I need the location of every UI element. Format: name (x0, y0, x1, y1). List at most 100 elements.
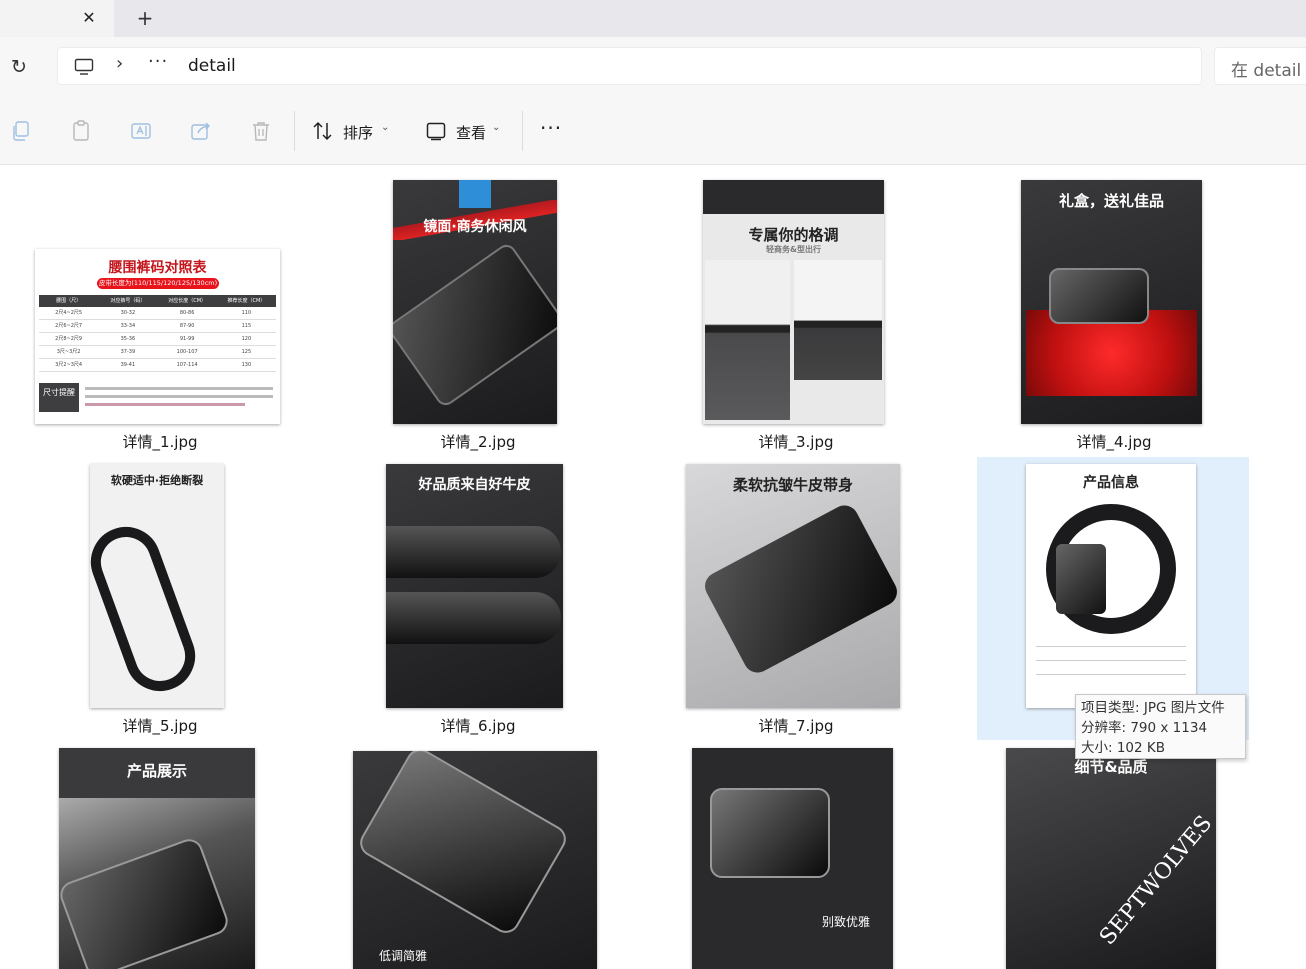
file-name[interactable]: 详情_5.jpg (20, 715, 300, 736)
chevron-down-icon: ⌄ (381, 122, 390, 133)
brand-wordmark: SEPTWOLVES (1095, 811, 1216, 950)
file-item[interactable]: 礼盒，送礼佳品 详情_4.jpg (974, 175, 1254, 457)
file-name[interactable]: 详情_1.jpg (20, 431, 300, 452)
file-item[interactable]: 好品质来自好牛皮 详情_6.jpg (338, 459, 618, 741)
table-cell: 107-114 (176, 362, 198, 368)
toolbar-divider (522, 111, 523, 151)
table-row: 3尺~3尺2 37-39 100-107 125 (39, 346, 276, 359)
copy-icon[interactable] (9, 119, 33, 143)
toolbar-divider (294, 111, 295, 151)
table-header-cell: 对应裤号（码） (110, 298, 146, 304)
table-cell: 30-32 (120, 310, 136, 316)
breadcrumb-chevron-icon[interactable]: › (116, 53, 123, 74)
file-grid: 腰围裤码对照表 皮带长度为(110/115/120/125/130cm) 腰围（… (0, 165, 1306, 969)
table-cell: 2尺8~2尺9 (55, 336, 83, 342)
table-cell: 120 (241, 336, 252, 342)
table-cell: 3尺~3尺2 (56, 349, 81, 355)
thumbnail-title: 柔软抗皱牛皮带身 (732, 476, 853, 494)
command-bar: 排序 ⌄ 查看 ⌄ ··· (0, 97, 1306, 165)
table-cell: 2尺4~2尺5 (55, 310, 83, 316)
refresh-button[interactable]: ↻ (6, 54, 32, 80)
table-header-cell: 对应长度（CM） (168, 298, 207, 304)
table-cell: 3尺2~3尺4 (55, 362, 83, 368)
thumbnail-title: 细节&品质 (1074, 758, 1148, 776)
search-input[interactable]: 在 detail 中搜索 (1214, 47, 1306, 85)
thumbnail-subtitle: 轻商务&型出行 (766, 245, 821, 254)
sort-icon (313, 121, 332, 141)
delete-icon[interactable] (249, 119, 273, 143)
tab-detail[interactable]: ✕ (0, 0, 114, 37)
file-item[interactable]: 产品展示 (20, 743, 300, 969)
table-row: 2尺6~2尺7 33-34 87-90 115 (39, 320, 276, 333)
address-bar[interactable]: › ··· detail (57, 47, 1202, 85)
new-tab-button[interactable]: + (132, 6, 158, 30)
size-table: 腰围（尺） 对应裤号（码） 对应长度（CM） 推荐长度（CM） 2尺4~2尺5 … (39, 295, 276, 375)
table-cell: 110 (241, 310, 252, 316)
size-table-header: 腰围（尺） 对应裤号（码） 对应长度（CM） 推荐长度（CM） (39, 295, 276, 307)
view-button[interactable]: 查看 ⌄ (425, 117, 515, 145)
thumbnail-title: 好品质来自好牛皮 (418, 477, 531, 493)
table-cell: 87-90 (179, 323, 195, 329)
share-icon[interactable] (189, 119, 213, 143)
file-name[interactable]: 详情_7.jpg (656, 715, 936, 736)
tooltip-size: 大小: 102 KB (1081, 740, 1166, 756)
file-item[interactable]: 镜面·商务休闲风 详情_2.jpg (338, 175, 618, 457)
thumbnail-image: 低调简雅 (353, 751, 597, 969)
file-item[interactable]: 软硬适中·拒绝断裂 详情_5.jpg (20, 459, 300, 741)
rename-icon[interactable] (129, 119, 153, 143)
file-item[interactable]: 专属你的格调 轻商务&型出行 详情_3.jpg (656, 175, 936, 457)
breadcrumb-more-button[interactable]: ··· (148, 51, 168, 72)
thumbnail-image: 细节&品质 SEPTWOLVES (1006, 748, 1216, 969)
thumbnail-title: 镜面·商务休闲风 (423, 219, 527, 235)
table-cell: 100-107 (176, 349, 198, 355)
table-cell: 91-99 (179, 336, 195, 342)
breadcrumb-current-folder[interactable]: detail (188, 56, 236, 76)
file-name[interactable]: 详情_4.jpg (974, 431, 1254, 452)
thumbnail-image: 腰围裤码对照表 皮带长度为(110/115/120/125/130cm) 腰围（… (35, 249, 280, 424)
file-name[interactable]: 详情_6.jpg (338, 715, 618, 736)
file-name[interactable]: 详情_3.jpg (656, 431, 936, 452)
thumbnail-title: 腰围裤码对照表 (108, 260, 207, 276)
thumbnail-title: 产品信息 (1083, 475, 1139, 491)
table-header-cell: 腰围（尺） (56, 298, 82, 304)
table-header-cell: 推荐长度（CM） (227, 298, 266, 304)
thumbnail-title: 产品展示 (126, 762, 187, 780)
thumbnail-image: 好品质来自好牛皮 (386, 464, 563, 708)
chevron-down-icon: ⌄ (492, 122, 501, 133)
file-item[interactable]: 低调简雅 (338, 743, 618, 969)
file-item[interactable]: 腰围裤码对照表 皮带长度为(110/115/120/125/130cm) 腰围（… (20, 175, 300, 457)
tooltip-resolution: 分辨率: 790 x 1134 (1081, 720, 1208, 736)
file-tooltip: 项目类型: JPG 图片文件 分辨率: 790 x 1134 大小: 102 K… (1075, 694, 1246, 759)
computer-icon[interactable] (74, 58, 94, 76)
thumbnail-image: 镜面·商务休闲风 (393, 180, 557, 424)
file-item[interactable]: 别致优雅 (656, 743, 936, 969)
close-tab-button[interactable]: ✕ (76, 6, 102, 30)
thumbnail-title: 别致优雅 (822, 915, 871, 929)
thumbnail-title: 软硬适中·拒绝断裂 (110, 474, 204, 487)
more-options-button[interactable]: ··· (540, 116, 562, 140)
file-item[interactable]: 细节&品质 SEPTWOLVES (974, 743, 1254, 969)
table-cell: 35-36 (120, 336, 136, 342)
thumbnail-image: 产品信息 (1026, 464, 1196, 708)
table-cell: 130 (241, 362, 252, 368)
table-cell: 115 (241, 323, 252, 329)
thumbnail-subtitle: 皮带长度为(110/115/120/125/130cm) (97, 278, 219, 289)
thumbnail-image: 专属你的格调 轻商务&型出行 (703, 180, 884, 424)
table-cell: 33-34 (120, 323, 136, 329)
thumbnail-title: 低调简雅 (378, 949, 427, 963)
search-placeholder: 在 detail 中搜索 (1231, 61, 1306, 81)
navigation-bar: ↻ › ··· detail 在 detail 中搜索 (0, 37, 1306, 97)
view-label: 查看 (456, 124, 487, 142)
sort-label: 排序 (343, 124, 374, 142)
thumbnail-image: 软硬适中·拒绝断裂 (90, 464, 224, 708)
thumbnail-image: 别致优雅 (692, 748, 893, 969)
table-cell: 125 (241, 349, 252, 355)
tab-strip: ✕ + (0, 0, 1306, 37)
sort-button[interactable]: 排序 ⌄ (312, 117, 402, 145)
table-row: 2尺8~2尺9 35-36 91-99 120 (39, 333, 276, 346)
thumbnail-title: 礼盒，送礼佳品 (1058, 192, 1164, 210)
file-item[interactable]: 柔软抗皱牛皮带身 详情_7.jpg (656, 459, 936, 741)
paste-icon[interactable] (69, 119, 93, 143)
thumbnail-image: 礼盒，送礼佳品 (1021, 180, 1202, 424)
file-name[interactable]: 详情_2.jpg (338, 431, 618, 452)
